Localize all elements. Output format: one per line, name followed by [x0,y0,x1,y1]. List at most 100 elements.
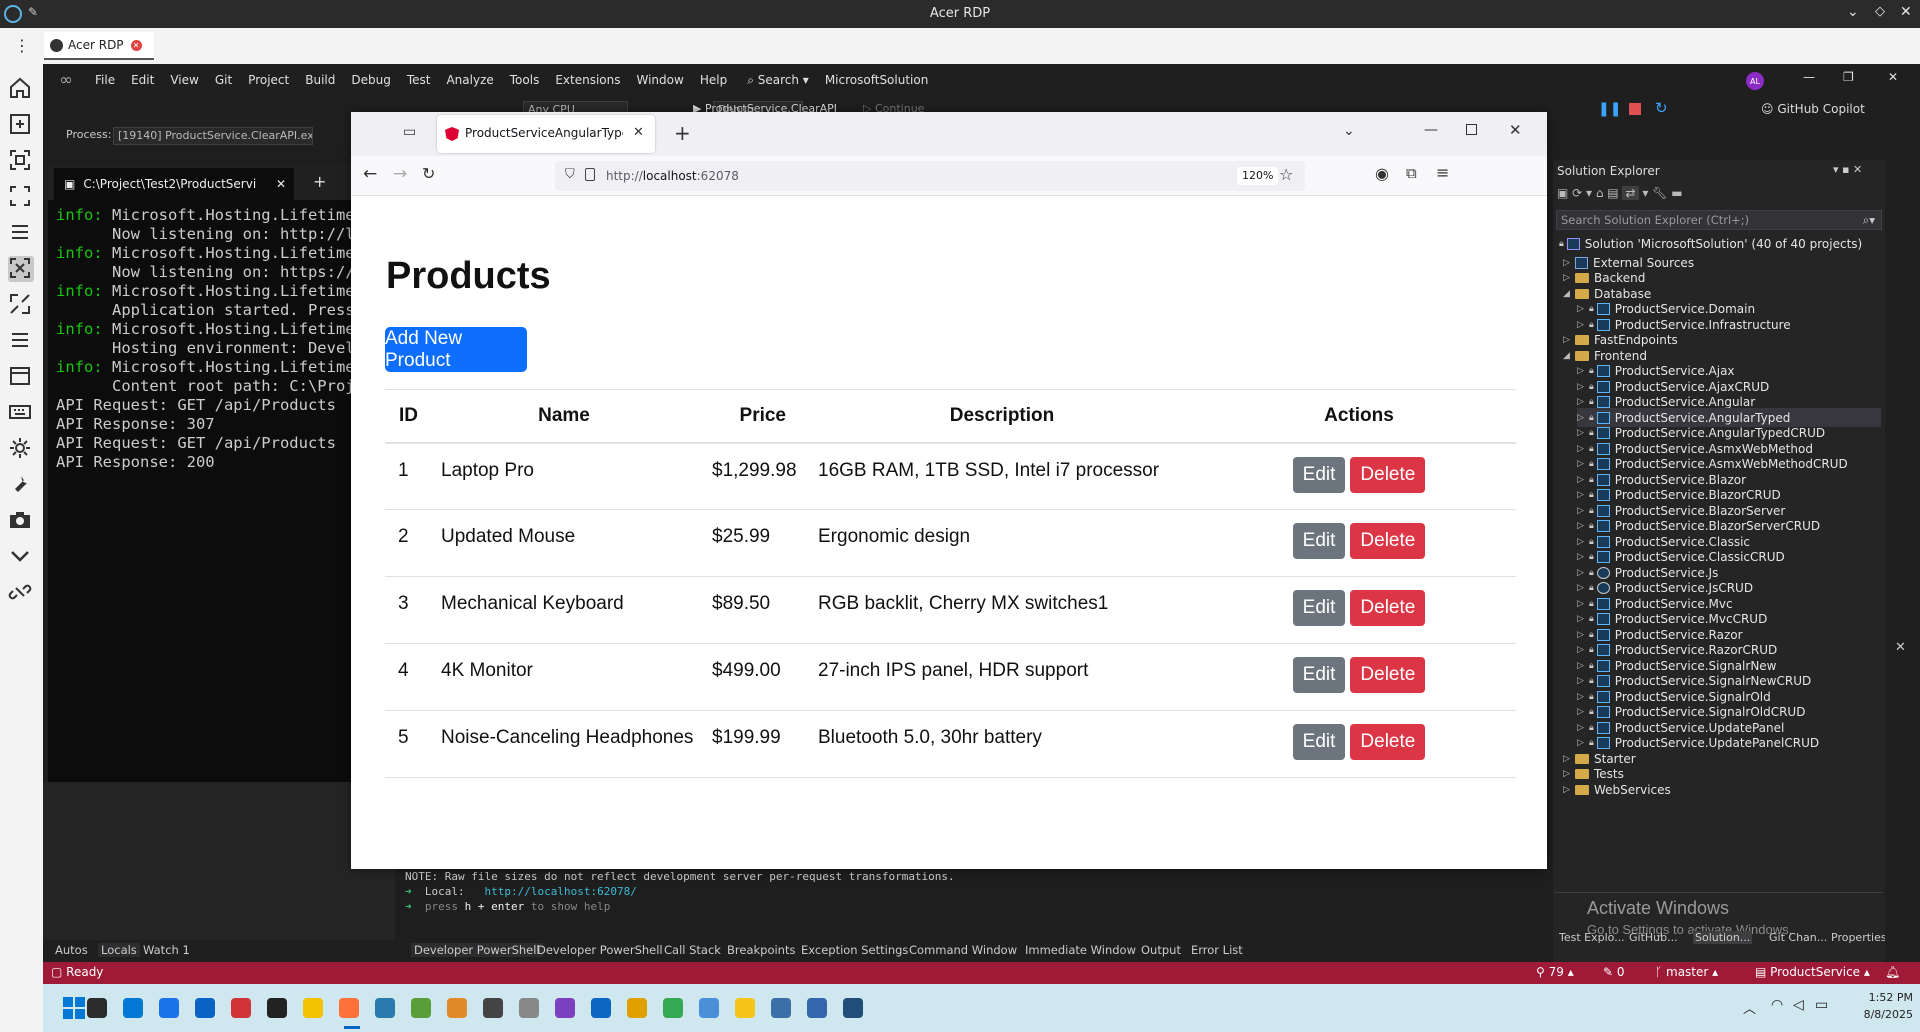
tab-immediate-window[interactable]: Immediate Window [1025,943,1136,957]
collapsed-arrow-icon[interactable]: ▷ [1577,692,1589,702]
photos-icon[interactable] [123,998,143,1018]
vscode-icon[interactable] [591,998,611,1018]
clock-date[interactable]: 8/8/2025 [1853,1008,1913,1021]
wifi-icon[interactable]: ◠ [1771,997,1783,1013]
delete-button[interactable]: Delete [1350,523,1426,559]
close-icon[interactable]: ✕ [1509,121,1522,139]
collapsed-arrow-icon[interactable]: ▷ [1577,738,1589,748]
clock-time[interactable]: 1:52 PM [1853,991,1913,1004]
edit-button[interactable]: Edit [1292,523,1346,559]
close-icon[interactable]: ✕ [1900,4,1912,20]
restore-icon[interactable]: ❐ [1843,70,1854,84]
visual-studio-icon[interactable] [555,998,575,1018]
new-tab-icon[interactable]: + [674,121,691,145]
tab-test-explorer[interactable]: Test Explo... [1559,931,1625,944]
status-line[interactable]: ⚲ 79 ▴ [1536,965,1574,979]
copilot-button[interactable]: ☺ GitHub Copilot [1761,102,1865,116]
collapsed-arrow-icon[interactable]: ▷ [1577,304,1589,314]
delete-button[interactable]: Delete [1350,456,1426,493]
tab-exception-settings[interactable]: Exception Settings [801,943,908,957]
reload-icon[interactable]: ↻ [422,164,435,183]
menu-tools[interactable]: Tools [502,73,548,87]
task-view-icon[interactable] [87,998,107,1018]
minimize-icon[interactable]: — [1424,122,1438,138]
hamburger-menu-icon[interactable]: ≡ [1436,163,1449,182]
tab-command-window[interactable]: Command Window [909,943,1017,957]
zoom-badge[interactable]: 120% [1237,167,1279,185]
resize-icon[interactable] [8,292,34,318]
filezilla-icon[interactable] [231,998,251,1018]
expanded-arrow-icon[interactable]: ◢ [1563,351,1575,361]
firefox-icon[interactable] [339,998,359,1018]
collapsed-arrow-icon[interactable]: ▷ [1577,568,1589,578]
fullscreen-icon[interactable] [8,184,34,210]
start-button[interactable] [63,997,85,1019]
pause-icon[interactable]: ❚❚ [1598,101,1621,117]
document-icon[interactable] [519,998,539,1018]
tab-breakpoints[interactable]: Breakpoints [727,943,795,957]
network-icon[interactable] [771,998,791,1018]
account-icon[interactable]: ◉ [1375,164,1389,183]
collapsed-arrow-icon[interactable]: ▷ [1577,382,1589,392]
minimize-icon[interactable]: — [1803,70,1815,84]
tab-close-icon[interactable]: ✕ [276,177,286,191]
keyboard-icon[interactable] [8,400,34,426]
collapsed-arrow-icon[interactable]: ▷ [1577,320,1589,330]
tab-call-stack[interactable]: Call Stack [664,943,721,957]
menu-view[interactable]: View [162,73,206,87]
edit-button[interactable]: Edit [1292,657,1346,693]
collapsed-arrow-icon[interactable]: ▷ [1577,614,1589,624]
status-repo[interactable]: ▤ ProductService ▴ [1755,965,1870,979]
tab-error-list[interactable]: Error List [1191,943,1243,957]
collapsed-arrow-icon[interactable]: ▷ [1563,335,1575,345]
collapsed-arrow-icon[interactable]: ▷ [1577,645,1589,655]
notifications-icon[interactable]: 🔔︎ [1885,965,1900,979]
menu-git[interactable]: Git [207,73,240,87]
menu-help[interactable]: Help [692,73,735,87]
menu-window[interactable]: Window [629,73,692,87]
disconnect-link-icon[interactable] [8,580,34,606]
tray-chevron-icon[interactable]: ︿ [1743,998,1756,1017]
collapse-chevron-icon[interactable] [8,544,34,570]
restore-icon[interactable]: ◇ [1875,4,1885,19]
collapsed-arrow-icon[interactable]: ▷ [1577,444,1589,454]
window-icon[interactable] [8,364,34,390]
solution-root[interactable]: 🔒︎ Solution 'MicrosoftSolution' (40 of 40… [1559,234,1862,253]
paint-icon[interactable] [627,998,647,1018]
tab-autos[interactable]: Autos [55,943,88,957]
file-explorer-icon[interactable] [303,998,323,1018]
bookmark-star-icon[interactable]: ☆ [1279,165,1293,184]
delete-button[interactable]: Delete [1350,590,1426,626]
collapsed-arrow-icon[interactable]: ▷ [1577,506,1589,516]
list-all-tabs-icon[interactable]: ⌄ [1343,123,1355,139]
collapsed-arrow-icon[interactable]: ▷ [1577,521,1589,531]
edit-button[interactable]: Edit [1292,456,1346,493]
collapsed-arrow-icon[interactable]: ▷ [1577,661,1589,671]
expanded-arrow-icon[interactable]: ◢ [1563,289,1575,299]
tab-solution[interactable]: Solution... [1693,931,1753,944]
collapsed-arrow-icon[interactable]: ▷ [1577,676,1589,686]
terminal-tab[interactable]: ▣ C:\Project\Test2\ProductServi ✕ [54,168,294,200]
menu-file[interactable]: File [87,73,123,87]
status-errors[interactable]: ✎ 0 [1603,965,1625,979]
collapsed-arrow-icon[interactable]: ▷ [1563,769,1575,779]
extensions-icon[interactable]: ⧉ [1406,164,1417,182]
collapsed-arrow-icon[interactable]: ▷ [1577,552,1589,562]
tab-git-changes[interactable]: Git Chan... [1769,931,1827,944]
tree-item[interactable]: ▷ WebServices [1563,780,1881,799]
collapsed-arrow-icon[interactable]: ▷ [1577,723,1589,733]
close-icon[interactable]: ✕ [1888,70,1898,84]
collapsed-arrow-icon[interactable]: ▷ [1577,413,1589,423]
fit-screen-icon[interactable] [8,148,34,174]
back-icon[interactable]: ← [363,164,377,184]
collapsed-arrow-icon[interactable]: ▷ [1563,258,1575,268]
avatar[interactable]: AL [1746,72,1764,90]
tab-output[interactable]: Output [1141,943,1181,957]
delete-button[interactable]: Delete [1350,657,1426,693]
tab-developer-powershell-1[interactable]: Developer PowerShell [411,943,543,957]
new-tab-icon[interactable]: + [313,172,326,191]
vs-search[interactable]: ⌕ Search ▾ [739,73,817,88]
volume-icon[interactable]: ◁ [1793,997,1804,1013]
tux-icon[interactable] [483,998,503,1018]
wrench-icon[interactable] [8,472,34,498]
